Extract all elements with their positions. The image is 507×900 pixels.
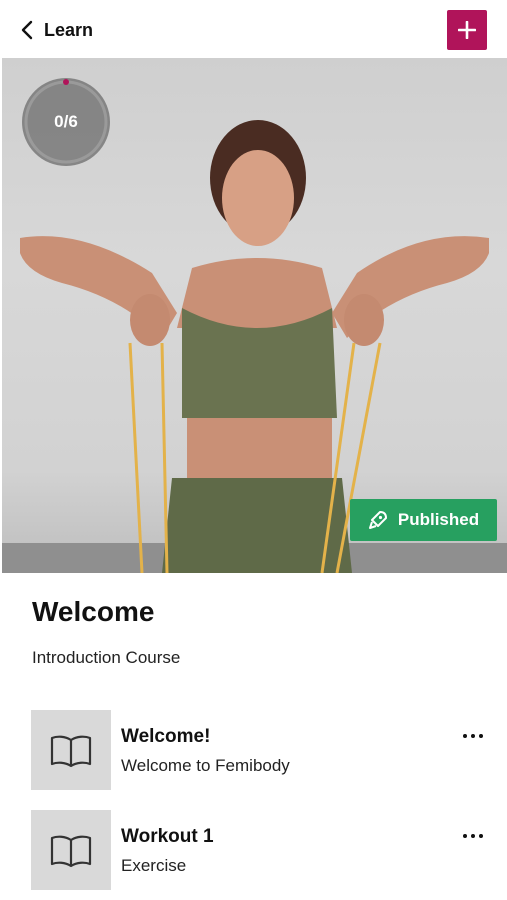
lesson-subtitle: Exercise — [121, 856, 187, 875]
more-options-icon[interactable] — [457, 824, 489, 848]
lesson-thumbnail — [31, 710, 111, 790]
book-icon — [50, 735, 92, 768]
lesson-item[interactable]: Welcome! Welcome to Femibody — [31, 710, 491, 790]
lesson-item[interactable]: Workout 1 Exercise — [31, 810, 491, 890]
lesson-subtitle: Welcome to Femibody — [121, 756, 290, 775]
back-button[interactable]: Learn — [20, 16, 93, 44]
published-label: Published — [397, 510, 480, 529]
book-icon — [50, 835, 92, 868]
course-cover-image: 0/6 Published — [2, 58, 507, 573]
add-button[interactable] — [447, 10, 487, 50]
rocket-icon — [368, 511, 387, 529]
more-options-icon[interactable] — [457, 724, 489, 748]
course-subtitle: Introduction Course — [32, 648, 181, 667]
lesson-thumbnail — [31, 810, 111, 890]
progress-ring: 0/6 — [22, 78, 110, 166]
top-bar: Learn — [0, 0, 507, 58]
plus-icon — [458, 21, 476, 39]
course-title: Welcome — [32, 596, 155, 627]
published-badge[interactable]: Published — [350, 499, 497, 541]
progress-text: 0/6 — [54, 112, 78, 131]
back-label: Learn — [44, 19, 94, 40]
chevron-left-icon — [21, 20, 33, 40]
lesson-title: Welcome! — [121, 726, 211, 747]
lesson-title: Workout 1 — [121, 826, 214, 847]
